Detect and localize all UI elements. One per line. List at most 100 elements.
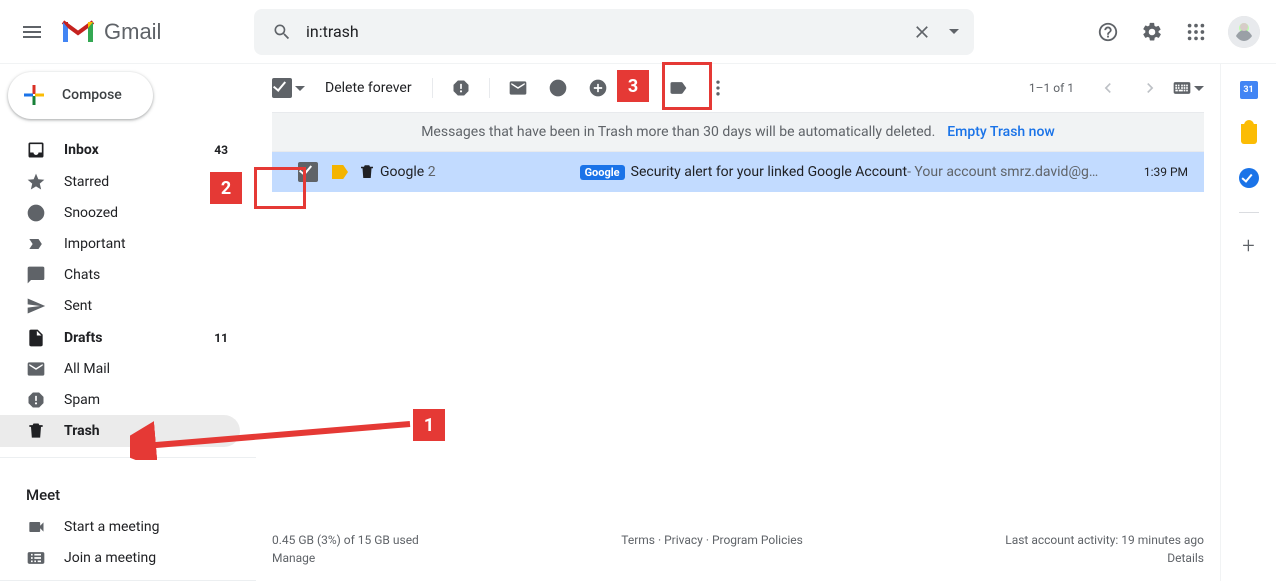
sidebar-item-sent[interactable]: Sent <box>0 291 240 322</box>
sidebar-item-spam[interactable]: Spam <box>0 384 240 415</box>
meet-item-label: Join a meeting <box>64 550 228 566</box>
select-all-checkbox[interactable] <box>272 78 305 98</box>
checkbox-checked-icon <box>272 78 292 98</box>
meet-section-header: Meet <box>0 474 256 512</box>
side-panel: + <box>1220 64 1276 581</box>
content-area: Delete forever 1–1 of 1 Messages that h <box>256 64 1220 581</box>
search-button[interactable] <box>262 12 302 52</box>
chevron-down-icon <box>949 29 959 34</box>
sidebar-item-label: Starred <box>64 174 228 190</box>
calendar-addon[interactable] <box>1239 80 1259 100</box>
sidebar-item-label: Important <box>64 236 228 252</box>
chevron-left-icon <box>1098 78 1118 98</box>
sidebar-item-starred[interactable]: Starred <box>0 166 240 197</box>
sidebar-item-inbox[interactable]: Inbox 43 <box>0 135 240 166</box>
sidebar-item-allmail[interactable]: All Mail <box>0 353 240 384</box>
gmail-logo[interactable]: Gmail <box>60 19 246 45</box>
input-tools-button[interactable] <box>1172 78 1204 98</box>
search-options-button[interactable] <box>942 12 966 52</box>
google-category-badge: Google <box>580 165 625 180</box>
mail-row[interactable]: Google 2 Google Security alert for your … <box>272 152 1204 192</box>
label-icon <box>668 78 688 98</box>
spam-icon <box>26 390 46 410</box>
search-input[interactable] <box>302 9 902 55</box>
gmail-logo-text: Gmail <box>104 19 161 45</box>
toolbar: Delete forever 1–1 of 1 <box>256 64 1220 112</box>
main-menu-button[interactable] <box>8 8 56 56</box>
mail-sender: Google 2 <box>380 164 436 180</box>
manage-storage-link[interactable]: Manage <box>272 551 419 565</box>
sidebar: Compose Inbox 43 Starred Snoozed Importa… <box>0 64 256 581</box>
chevron-right-icon <box>1140 78 1160 98</box>
settings-button[interactable] <box>1132 12 1172 52</box>
terms-link[interactable]: Terms <box>621 533 655 547</box>
mail-checkbox[interactable] <box>298 162 318 182</box>
sidebar-item-label: Trash <box>64 423 228 439</box>
sidebar-item-label: All Mail <box>64 361 228 377</box>
search-bar <box>254 9 974 55</box>
keep-addon[interactable] <box>1239 124 1259 144</box>
sidebar-item-drafts[interactable]: Drafts 11 <box>0 322 240 353</box>
sidebar-item-label: Spam <box>64 392 228 408</box>
page-count: 1–1 of 1 <box>1029 81 1074 95</box>
policies-link[interactable]: Program Policies <box>712 533 803 547</box>
select-all-dropdown-icon[interactable] <box>295 86 305 91</box>
inbox-icon <box>26 140 46 160</box>
newer-button[interactable] <box>1088 68 1128 108</box>
last-activity: Last account activity: 19 minutes ago <box>1005 533 1204 547</box>
mail-time: 1:39 PM <box>1128 165 1188 179</box>
apps-grid-icon <box>1185 21 1207 43</box>
spam-octagon-icon <box>451 78 471 98</box>
sidebar-item-label: Drafts <box>64 330 214 346</box>
account-avatar[interactable] <box>1228 16 1260 48</box>
compose-button[interactable]: Compose <box>8 72 153 119</box>
search-icon <box>272 22 292 42</box>
draft-icon <box>26 328 46 348</box>
avatar-icon <box>1228 16 1260 48</box>
support-button[interactable] <box>1088 12 1128 52</box>
star-icon <box>26 172 46 192</box>
move-to-button[interactable] <box>618 68 658 108</box>
older-button[interactable] <box>1130 68 1170 108</box>
clock-icon <box>26 203 46 223</box>
important-marker-icon[interactable] <box>332 165 348 179</box>
trash-indicator-icon <box>358 163 376 181</box>
activity-details-link[interactable]: Details <box>1005 551 1204 565</box>
trash-banner-text: Messages that have been in Trash more th… <box>421 124 935 140</box>
meet-join-meeting[interactable]: Join a meeting <box>0 543 240 574</box>
sidebar-item-important[interactable]: Important <box>0 228 240 259</box>
clear-search-button[interactable] <box>902 12 942 52</box>
tasks-addon[interactable] <box>1239 168 1259 188</box>
close-icon <box>912 22 932 42</box>
sidebar-item-count: 11 <box>214 331 228 345</box>
delete-forever-button[interactable]: Delete forever <box>325 80 412 96</box>
gear-icon <box>1141 21 1163 43</box>
keep-icon <box>1241 124 1257 144</box>
meet-start-meeting[interactable]: Start a meeting <box>0 512 240 543</box>
mark-unread-button[interactable] <box>498 68 538 108</box>
calendar-icon <box>1240 81 1258 99</box>
sidebar-item-count: 43 <box>214 143 228 157</box>
meet-item-label: Start a meeting <box>64 519 228 535</box>
mail-icon <box>26 359 46 379</box>
sidebar-item-trash[interactable]: Trash <box>0 415 240 446</box>
chat-icon <box>26 265 46 285</box>
more-actions-button[interactable] <box>698 68 738 108</box>
empty-trash-link[interactable]: Empty Trash now <box>947 124 1055 140</box>
sidebar-item-label: Chats <box>64 267 228 283</box>
mail-subject: Security alert for your linked Google Ac… <box>631 164 907 180</box>
sidebar-item-chats[interactable]: Chats <box>0 260 240 291</box>
apps-button[interactable] <box>1176 12 1216 52</box>
privacy-link[interactable]: Privacy <box>664 533 703 547</box>
sidebar-item-snoozed[interactable]: Snoozed <box>0 197 240 228</box>
get-addons-button[interactable]: + <box>1239 237 1259 257</box>
add-to-tasks-button[interactable] <box>578 68 618 108</box>
compose-plus-icon <box>22 83 46 107</box>
report-spam-button[interactable] <box>441 68 481 108</box>
snooze-button[interactable] <box>538 68 578 108</box>
mail-icon <box>508 78 528 98</box>
add-task-icon <box>588 78 608 98</box>
labels-button[interactable] <box>658 68 698 108</box>
more-vert-icon <box>708 78 728 98</box>
hamburger-icon <box>20 20 44 44</box>
